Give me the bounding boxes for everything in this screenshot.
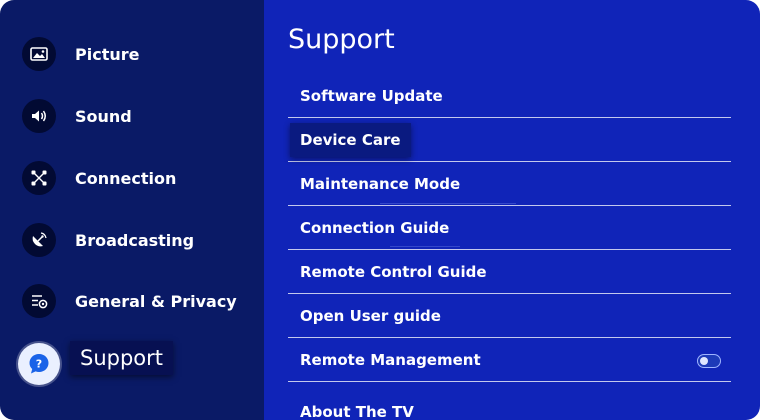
sidebar-item-label: Support <box>80 346 164 370</box>
svg-text:?: ? <box>36 358 42 371</box>
sidebar-item-support[interactable]: ? Support <box>0 340 264 388</box>
page-title: Support <box>288 24 395 55</box>
settings-list-icon <box>22 284 56 318</box>
settings-screen: Picture Sound Connection Broadcasting Ge <box>0 0 760 420</box>
menu-item-connection-guide[interactable]: Connection Guide <box>288 206 731 250</box>
menu-item-label: Remote Control Guide <box>300 262 487 281</box>
sidebar: Picture Sound Connection Broadcasting Ge <box>0 0 264 420</box>
support-menu: Software Update Device Care Maintenance … <box>288 74 731 420</box>
sidebar-item-support-label-box: Support <box>70 341 174 375</box>
sidebar-item-label: Sound <box>75 106 132 126</box>
menu-item-label: Remote Management <box>300 350 481 369</box>
sidebar-item-label: Connection <box>75 168 177 188</box>
support-panel: Support Software Update Device Care Main… <box>264 0 760 420</box>
menu-item-remote-control-guide[interactable]: Remote Control Guide <box>288 250 731 294</box>
menu-item-maintenance-mode[interactable]: Maintenance Mode <box>288 162 731 206</box>
menu-item-open-user-guide[interactable]: Open User guide <box>288 294 731 338</box>
menu-item-software-update[interactable]: Software Update <box>288 74 731 118</box>
speaker-icon <box>22 99 56 133</box>
menu-item-label: About The TV <box>300 402 414 420</box>
sidebar-item-picture[interactable]: Picture <box>0 30 264 78</box>
remote-management-toggle[interactable] <box>697 354 721 368</box>
satellite-dish-icon <box>22 223 56 257</box>
menu-item-label: Maintenance Mode <box>300 174 461 193</box>
sidebar-item-label: Broadcasting <box>75 230 195 250</box>
menu-item-label: Open User guide <box>300 306 441 325</box>
sidebar-item-sound[interactable]: Sound <box>0 92 264 140</box>
sidebar-item-label: General & Privacy <box>75 291 237 311</box>
menu-item-remote-management[interactable]: Remote Management <box>288 338 731 382</box>
sidebar-item-general-privacy[interactable]: General & Privacy <box>0 277 264 325</box>
menu-item-label: Connection Guide <box>300 218 450 237</box>
help-chat-icon: ? <box>18 343 60 385</box>
network-icon <box>22 161 56 195</box>
menu-item-about-the-tv[interactable]: About The TV <box>288 382 731 420</box>
sidebar-item-connection[interactable]: Connection <box>0 154 264 202</box>
menu-item-label: Device Care <box>290 122 411 157</box>
menu-item-label: Software Update <box>300 86 443 105</box>
sidebar-item-broadcasting[interactable]: Broadcasting <box>0 216 264 264</box>
menu-item-device-care[interactable]: Device Care <box>288 118 731 162</box>
picture-icon <box>22 37 56 71</box>
sidebar-item-label: Picture <box>75 44 140 64</box>
